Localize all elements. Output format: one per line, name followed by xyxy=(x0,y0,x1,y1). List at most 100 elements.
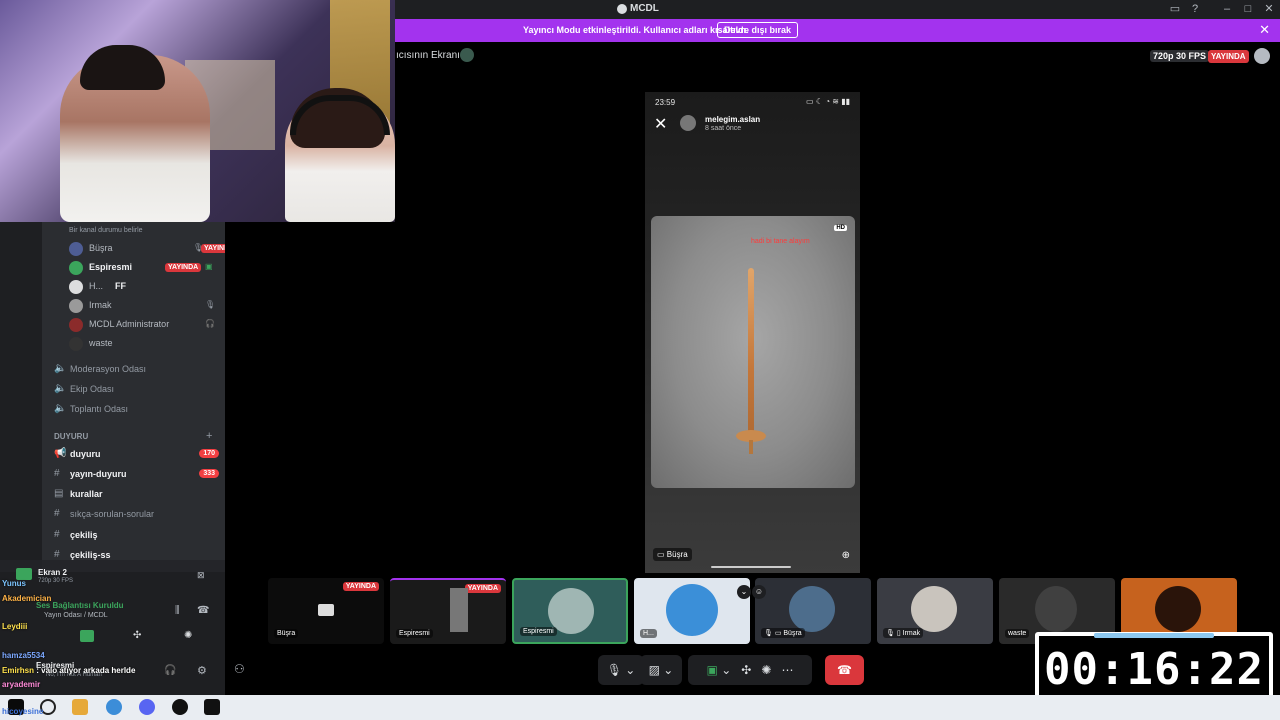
participant-tile[interactable]: 🎙 ▯ Irmak xyxy=(877,578,993,644)
chat-line: Emirhsn : valo atıyor arkada herlde xyxy=(2,666,136,675)
timer-value: 00:16:22 xyxy=(1044,644,1264,695)
voice-user-tag: FF xyxy=(115,281,126,291)
avatar xyxy=(789,586,835,632)
speaker-icon: 🔈 xyxy=(54,363,67,374)
screen-icon xyxy=(318,604,334,616)
leave-call-button[interactable]: ☎ xyxy=(825,655,864,685)
voice-channel-moderasyon[interactable]: 🔈 Moderasyon Odası xyxy=(54,361,219,379)
channel-name: çekiliş xyxy=(70,530,98,540)
camera-button[interactable]: ▨ ⌄ xyxy=(640,655,682,685)
channel-name: duyuru xyxy=(70,449,101,459)
screen-share-icon[interactable]: ▣ xyxy=(707,663,718,677)
screenshare-controls[interactable]: ▣ ⌄ ✣ ✺ ⋯ xyxy=(688,655,812,685)
minimize-button[interactable]: – xyxy=(1219,2,1235,16)
voice-user-name: waste xyxy=(89,338,113,348)
voice-user[interactable]: MCDL Administrator 🎧 xyxy=(69,317,219,333)
hd-badge: HD xyxy=(834,225,847,231)
zoom-icon[interactable]: ⊕ xyxy=(842,550,850,561)
soundboard-icon[interactable]: ✺ xyxy=(761,663,771,677)
chat-line: aryademir xyxy=(2,680,41,689)
participant-tile[interactable]: YAYINDA Espiresmi xyxy=(390,578,506,644)
participant-tile[interactable]: YAYINDA Büşra xyxy=(268,578,384,644)
app-icon[interactable] xyxy=(204,699,220,715)
channel-sidebar: Bir kanal durumu belirle Büşra 🎙 YAYINDA… xyxy=(42,222,225,572)
participant-tile[interactable]: Espiresmi xyxy=(512,578,628,644)
story-photo: HD hadi bi tane alayım xyxy=(651,216,855,488)
title-bar: MCDL ▭ ? – □ ✕ xyxy=(395,0,1280,19)
unread-badge: 170 xyxy=(199,449,219,458)
voice-user-name: MCDL Administrator xyxy=(89,319,170,329)
viewer-avatar[interactable] xyxy=(1254,48,1270,64)
channel-name: yayın-duyuru xyxy=(70,469,127,479)
channel-status-hint[interactable]: Bir kanal durumu belirle xyxy=(69,227,143,234)
inbox-icon[interactable]: ▭ xyxy=(1167,2,1183,16)
hash-icon: # xyxy=(54,529,60,540)
add-channel-icon[interactable]: + xyxy=(206,430,212,442)
text-channel-yayin-duyuru[interactable]: # yayın-duyuru 333 xyxy=(54,466,219,484)
more-icon[interactable]: ⋯ xyxy=(781,663,793,677)
voice-user[interactable]: H... FF xyxy=(69,279,219,295)
text-channel-duyuru[interactable]: 📢 duyuru 170 xyxy=(54,446,219,464)
banner-message: Yayıncı Modu etkinleştirildi. Kullanıcı … xyxy=(523,25,749,35)
discord-logo-icon xyxy=(617,4,627,14)
participant-tile[interactable]: H... xyxy=(634,578,750,644)
story-viewer: 23:59 ▭ ☾ ◔ ≋ ▮▮ ✕ melegim.aslan 8 saat … xyxy=(645,92,860,573)
voice-user[interactable]: waste xyxy=(69,336,219,352)
avatar xyxy=(69,318,83,332)
tile-label: Büşra xyxy=(274,629,299,638)
voice-user-name: Irmak xyxy=(89,300,112,310)
channel-name: Ekip Odası xyxy=(70,384,115,394)
hash-icon: # xyxy=(54,508,60,519)
window-title: MCDL xyxy=(630,3,659,14)
chat-line: hamza5534 xyxy=(2,651,45,660)
avatar xyxy=(69,242,83,256)
avatar xyxy=(69,261,83,275)
disable-streamer-mode-button[interactable]: Devre dışı bırak xyxy=(717,22,799,38)
unread-badge: 333 xyxy=(199,469,219,478)
channel-name: Moderasyon Odası xyxy=(70,364,147,374)
obs-icon[interactable] xyxy=(172,699,188,715)
mic-button[interactable]: 🎙 ⌄ xyxy=(598,655,644,685)
activities-icon[interactable]: ✣ xyxy=(741,663,751,677)
channel-name: Toplantı Odası xyxy=(70,404,129,414)
collapse-tiles-icon[interactable]: ⌄ xyxy=(737,585,751,599)
participant-tile[interactable]: 🎙 ▭ Büşra xyxy=(755,578,871,644)
speaker-icon: 🔈 xyxy=(54,383,67,394)
story-username: melegim.aslan xyxy=(705,115,761,124)
streamer-avatar xyxy=(460,48,474,62)
story-caption: hadi bi tane alayım xyxy=(751,238,810,245)
category-duyuru[interactable]: DUYURU xyxy=(54,432,88,441)
voice-channel-toplanti[interactable]: 🔈 Toplantı Odası xyxy=(54,401,219,419)
close-window-button[interactable]: ✕ xyxy=(1261,2,1277,16)
video-icon: ▣ xyxy=(205,262,213,271)
live-badge: YAYINDA xyxy=(201,244,225,253)
app-icon[interactable] xyxy=(72,699,88,715)
close-story-icon[interactable]: ✕ xyxy=(654,114,667,134)
discord-icon[interactable] xyxy=(139,699,155,715)
maximize-button[interactable]: □ xyxy=(1240,2,1256,16)
overlay-chat: Yunus Akademician Leydiii hamza5534 Emir… xyxy=(0,560,225,695)
stream-title: ıcısının Ekranı xyxy=(396,50,460,61)
voice-user-name: Büşra xyxy=(89,243,113,253)
speaker-icon: 🔈 xyxy=(54,403,67,414)
banner-close-icon[interactable]: ✕ xyxy=(1259,22,1270,38)
text-channel-sss[interactable]: # sıkça-sorulan-sorular xyxy=(54,506,219,524)
voice-user[interactable]: Büşra 🎙 YAYINDA xyxy=(69,241,225,257)
chrome-icon[interactable] xyxy=(106,699,122,715)
text-channel-kurallar[interactable]: ▤ kurallar xyxy=(54,486,219,504)
deafened-icon: 🎧 xyxy=(205,319,215,328)
preview-thumbnail xyxy=(450,588,468,632)
voice-channel-ekip[interactable]: 🔈 Ekip Odası xyxy=(54,381,219,399)
voice-user[interactable]: Irmak 🎙 xyxy=(69,298,219,314)
chat-line: Yunus xyxy=(2,579,27,588)
home-indicator xyxy=(711,566,791,568)
chat-line: hicoyesine xyxy=(2,707,44,716)
avatar xyxy=(69,280,83,294)
text-channel-cekilis[interactable]: # çekiliş xyxy=(54,527,219,545)
voice-user[interactable]: Espiresmi YAYINDA ▣ xyxy=(69,260,219,276)
quality-badge: 720p 30 FPS xyxy=(1150,50,1210,62)
invite-icon[interactable]: ☺ xyxy=(752,585,766,599)
add-user-icon[interactable]: ⚇ xyxy=(234,662,245,676)
avatar xyxy=(666,584,718,636)
help-icon[interactable]: ? xyxy=(1187,2,1203,16)
